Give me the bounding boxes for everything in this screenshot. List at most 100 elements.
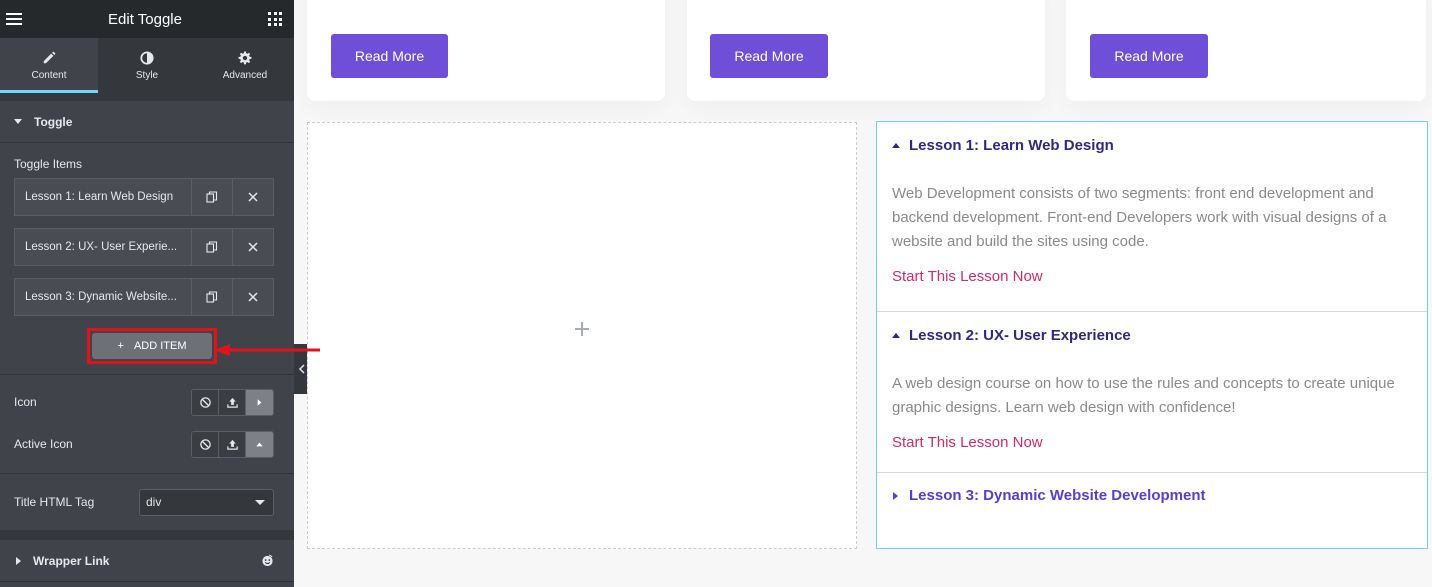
icon-library-button[interactable] bbox=[246, 389, 273, 415]
start-lesson-link[interactable]: Start This Lesson Now bbox=[892, 268, 1412, 285]
toggle-item-content: Web Development consists of two segments… bbox=[877, 168, 1427, 311]
icon-library-button[interactable] bbox=[246, 431, 273, 457]
tab-style[interactable]: Style bbox=[98, 38, 196, 93]
chevron-left-icon bbox=[298, 364, 305, 374]
read-more-button[interactable]: Read More bbox=[1090, 34, 1208, 78]
pro-badge-icon bbox=[262, 554, 273, 567]
caret-up-icon bbox=[892, 142, 900, 148]
upload-icon bbox=[226, 397, 238, 408]
upload-icon bbox=[226, 439, 238, 450]
wrapper-link-label: Wrapper Link bbox=[33, 553, 110, 568]
toggle-items-label: Toggle Items bbox=[14, 157, 83, 171]
active-icon-label: Active Icon bbox=[14, 437, 73, 451]
no-icon-button[interactable] bbox=[192, 431, 219, 457]
toggle-item-title-text: Lesson 2: UX- User Experience bbox=[909, 326, 1131, 344]
plus-icon: + bbox=[117, 340, 124, 352]
active-icon-chooser bbox=[191, 430, 274, 458]
repeater-item-title[interactable]: Lesson 1: Learn Web Design bbox=[15, 179, 191, 215]
remove-button[interactable] bbox=[232, 279, 273, 315]
repeater-item: Lesson 3: Dynamic Website... bbox=[14, 278, 274, 316]
pencil-icon bbox=[43, 51, 56, 63]
tab-advanced-label: Advanced bbox=[222, 69, 268, 81]
highlight-box: + ADD ITEM bbox=[87, 328, 217, 364]
toggle-item-title[interactable]: Lesson 2: UX- User Experience bbox=[877, 312, 1427, 358]
toggle-item-title[interactable]: Lesson 1: Learn Web Design bbox=[877, 122, 1427, 168]
ban-icon bbox=[199, 438, 211, 450]
annotation-arrow-icon bbox=[214, 344, 320, 356]
start-lesson-link[interactable]: Start This Lesson Now bbox=[892, 434, 1412, 451]
upload-icon-button[interactable] bbox=[219, 431, 246, 457]
remove-button[interactable] bbox=[232, 179, 273, 215]
ban-icon bbox=[199, 396, 211, 408]
editor-panel: Edit Toggle Content Style Advanced Toggl… bbox=[0, 0, 294, 587]
spacer bbox=[0, 93, 294, 101]
caret-down-icon bbox=[14, 119, 22, 124]
tab-style-label: Style bbox=[135, 69, 159, 81]
copy-icon bbox=[206, 241, 218, 253]
upload-icon-button[interactable] bbox=[219, 389, 246, 415]
chevron-down-icon bbox=[255, 499, 265, 505]
toggle-item: Lesson 3: Dynamic Website Development bbox=[877, 473, 1427, 518]
course-card: Read More bbox=[307, 0, 665, 101]
widgets-grid-icon[interactable] bbox=[268, 12, 282, 26]
read-more-button[interactable]: Read More bbox=[331, 34, 448, 78]
read-more-button[interactable]: Read More bbox=[710, 34, 828, 78]
repeater-item-title[interactable]: Lesson 3: Dynamic Website... bbox=[15, 279, 191, 315]
copy-icon bbox=[206, 291, 218, 303]
panel-tabs: Content Style Advanced bbox=[0, 38, 294, 93]
title-tag-select[interactable]: div bbox=[139, 488, 274, 516]
close-icon bbox=[248, 192, 258, 202]
remove-button[interactable] bbox=[232, 229, 273, 265]
toggle-section-header[interactable]: Toggle bbox=[0, 101, 294, 143]
toggle-item: Lesson 1: Learn Web Design Web Developme… bbox=[877, 122, 1427, 312]
icon-control: Icon bbox=[0, 381, 294, 423]
toggle-item-text: Web Development consists of two segments… bbox=[892, 185, 1387, 250]
toggle-item-title[interactable]: Lesson 3: Dynamic Website Development bbox=[877, 473, 1427, 518]
course-card: Read More bbox=[1066, 0, 1426, 101]
repeater-item-title[interactable]: Lesson 2: UX- User Experie... bbox=[15, 229, 191, 265]
toggle-item-text: A web design course on how to use the ru… bbox=[892, 375, 1395, 416]
toggle-item-title-text: Lesson 1: Learn Web Design bbox=[909, 136, 1114, 154]
duplicate-button[interactable] bbox=[191, 179, 232, 215]
section-separator bbox=[0, 530, 294, 540]
caret-up-icon bbox=[256, 442, 263, 446]
divider bbox=[0, 374, 294, 375]
close-icon bbox=[248, 292, 258, 302]
duplicate-button[interactable] bbox=[191, 279, 232, 315]
icon-chooser bbox=[191, 388, 274, 416]
toggle-item: Lesson 2: UX- User Experience A web desi… bbox=[877, 312, 1427, 473]
caret-right-icon bbox=[257, 398, 262, 406]
half-circle-icon bbox=[140, 50, 154, 65]
duplicate-button[interactable] bbox=[191, 229, 232, 265]
tab-advanced[interactable]: Advanced bbox=[196, 38, 294, 93]
hamburger-menu-icon[interactable] bbox=[6, 13, 22, 25]
toggle-item-content: A web design course on how to use the ru… bbox=[877, 358, 1427, 472]
repeater-item: Lesson 2: UX- User Experie... bbox=[14, 228, 274, 266]
title-tag-label: Title HTML Tag bbox=[14, 495, 95, 509]
toggle-section-label: Toggle bbox=[34, 114, 73, 129]
title-tag-value: div bbox=[146, 495, 162, 509]
course-card: Read More bbox=[687, 0, 1045, 101]
caret-up-icon bbox=[892, 332, 900, 338]
close-icon bbox=[248, 242, 258, 252]
add-item-button[interactable]: + ADD ITEM bbox=[92, 333, 212, 359]
caret-right-icon bbox=[893, 491, 898, 500]
toggle-widget: Lesson 1: Learn Web Design Web Developme… bbox=[876, 121, 1428, 549]
active-icon-control: Active Icon bbox=[0, 423, 294, 465]
gear-icon bbox=[238, 50, 252, 64]
wrapper-link-section-header[interactable]: Wrapper Link bbox=[0, 540, 294, 582]
empty-column-drop-zone[interactable] bbox=[307, 122, 857, 549]
tab-content[interactable]: Content bbox=[0, 38, 98, 93]
title-tag-control: Title HTML Tag div bbox=[0, 474, 294, 530]
icon-label: Icon bbox=[14, 395, 37, 409]
add-item-label: ADD ITEM bbox=[133, 340, 187, 352]
repeater-item: Lesson 1: Learn Web Design bbox=[14, 178, 274, 216]
tab-content-label: Content bbox=[31, 69, 67, 81]
caret-right-icon bbox=[16, 556, 21, 565]
copy-icon bbox=[206, 191, 218, 203]
toggle-item-title-text: Lesson 3: Dynamic Website Development bbox=[909, 487, 1206, 504]
no-icon-button[interactable] bbox=[192, 389, 219, 415]
panel-title: Edit Toggle bbox=[108, 10, 182, 28]
plus-icon bbox=[575, 321, 589, 336]
panel-header: Edit Toggle bbox=[0, 0, 294, 38]
